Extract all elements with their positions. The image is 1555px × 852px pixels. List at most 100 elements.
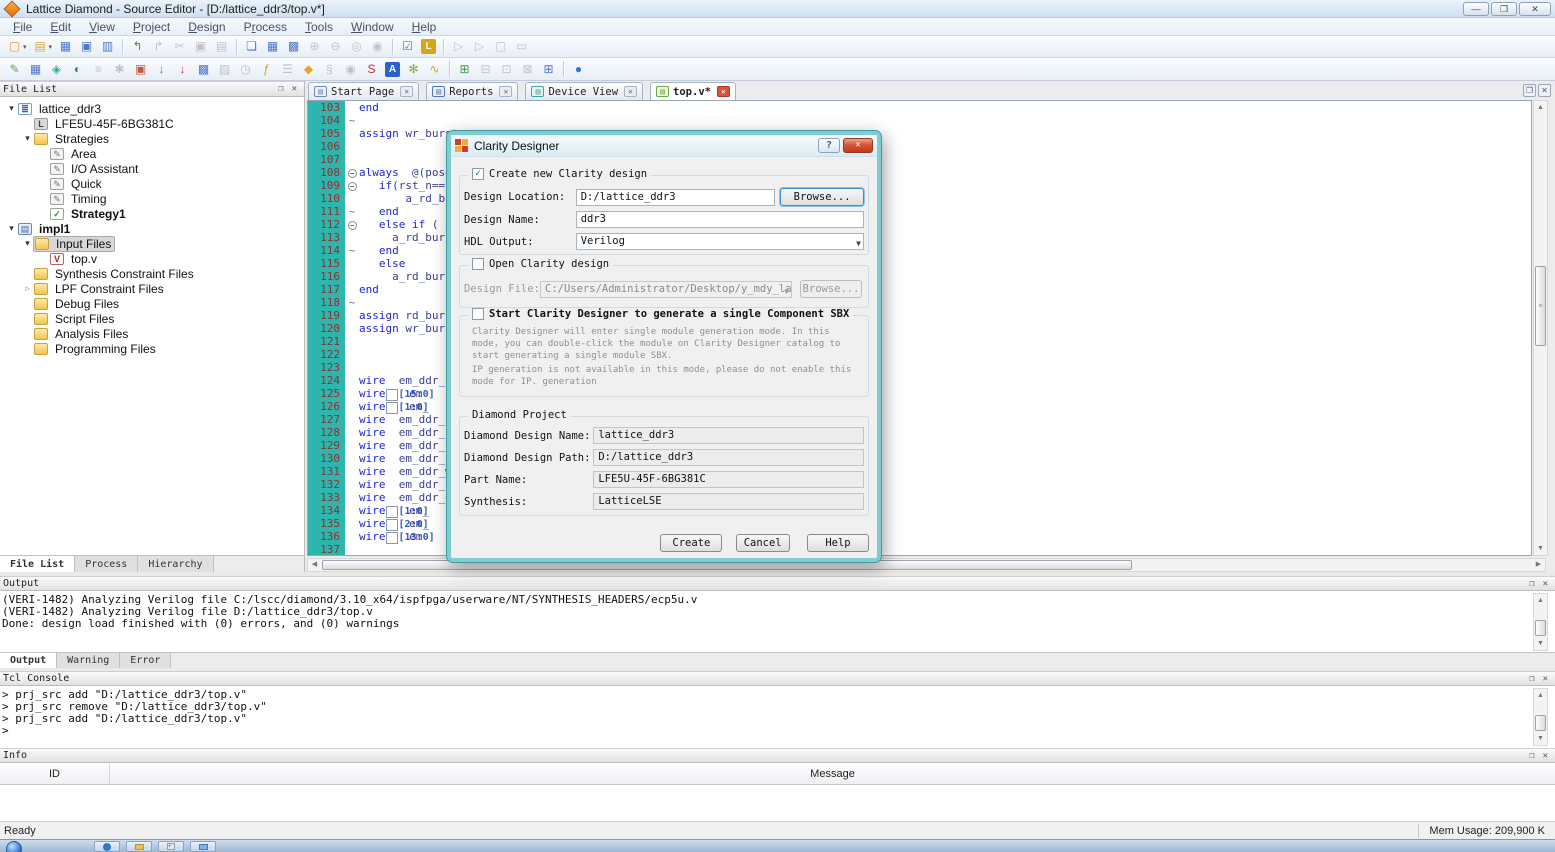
- output-scrollbar[interactable]: ▲ ▼: [1533, 593, 1548, 651]
- design-name-input[interactable]: ddr3: [575, 211, 864, 228]
- close-tab-icon[interactable]: ✕: [624, 86, 638, 97]
- expander-open-icon[interactable]: ▾: [22, 133, 33, 144]
- open-design-checkbox[interactable]: [472, 258, 484, 270]
- doc-tab-start-page[interactable]: ▤ Start Page ✕: [308, 82, 420, 100]
- tcl-console-log[interactable]: > prj_src add "D:/lattice_ddr3/top.v" > p…: [2, 689, 1535, 737]
- tree-item-area[interactable]: ✎ Area: [0, 146, 304, 161]
- dialog-close-icon[interactable]: ✕: [843, 138, 873, 153]
- tab-hierarchy[interactable]: Hierarchy: [138, 556, 214, 572]
- start-orb-icon[interactable]: [6, 841, 22, 852]
- analysis-a-icon[interactable]: A: [383, 60, 402, 78]
- stop-process-icon[interactable]: ▭: [512, 38, 531, 56]
- zoom-out-icon[interactable]: ⊖: [326, 38, 345, 56]
- scroll-up-icon[interactable]: ▲: [1534, 101, 1547, 114]
- floorplan-icon[interactable]: ▣: [131, 60, 150, 78]
- scroll-down-icon[interactable]: ▼: [1534, 542, 1547, 555]
- paste-icon[interactable]: ▤: [212, 38, 231, 56]
- open-file-icon[interactable]: ▤ ▾: [31, 38, 55, 56]
- create-button[interactable]: Create: [660, 534, 723, 552]
- menu-edit[interactable]: Edit: [41, 19, 80, 35]
- cancel-button[interactable]: Cancel: [735, 534, 790, 552]
- float-panel-icon[interactable]: ❐: [1525, 579, 1538, 589]
- shield-gold-icon[interactable]: ◆: [299, 60, 318, 78]
- tree-item-lpf-constraint-files[interactable]: ▹ LPF Constraint Files: [0, 281, 304, 296]
- copy-icon[interactable]: ▣: [191, 38, 210, 56]
- tree-item-quick[interactable]: ✎ Quick: [0, 176, 304, 191]
- tree-item-debug-files[interactable]: Debug Files: [0, 296, 304, 311]
- lightning-icon[interactable]: ∿: [425, 60, 444, 78]
- tree-item-programming-files[interactable]: Programming Files: [0, 341, 304, 356]
- new-file-icon[interactable]: ▢ ▾: [5, 38, 29, 56]
- close-tab-icon[interactable]: ✕: [400, 86, 414, 97]
- logic-block-icon[interactable]: L: [419, 38, 438, 56]
- find-text-icon[interactable]: ❏: [242, 38, 261, 56]
- window-left-icon[interactable]: ⊟: [476, 60, 495, 78]
- menu-design[interactable]: Design: [179, 19, 234, 35]
- power-calculator-icon[interactable]: ƒ: [257, 60, 276, 78]
- download-red-icon[interactable]: ↓: [173, 60, 192, 78]
- window-add-icon[interactable]: ⊞: [455, 60, 474, 78]
- close-panel-icon[interactable]: ✕: [1539, 751, 1552, 761]
- menu-process[interactable]: Process: [235, 19, 296, 35]
- tree-item-strategies[interactable]: ▾ Strategies: [0, 131, 304, 146]
- dialog-title-bar[interactable]: Clarity Designer ? ✕: [451, 135, 877, 157]
- taskbar-folder-icon[interactable]: [126, 841, 152, 852]
- tree-item-lfe5u-45f-6bg381c[interactable]: L LFE5U-45F-6BG381C: [0, 116, 304, 131]
- taskbar-tool-icon[interactable]: +: [158, 841, 184, 852]
- menu-project[interactable]: Project: [124, 19, 179, 35]
- search-round-icon[interactable]: ◉: [341, 60, 360, 78]
- rerun-from-icon[interactable]: ▢: [491, 38, 510, 56]
- sync-red-icon[interactable]: S: [362, 60, 381, 78]
- doc-tab-device-view[interactable]: ▤ Device View ✕: [525, 82, 644, 100]
- float-panel-icon[interactable]: ❐: [1525, 751, 1538, 761]
- close-tab-icon[interactable]: ✕: [716, 86, 730, 97]
- scroll-right-icon[interactable]: ▶: [1532, 559, 1545, 571]
- menu-window[interactable]: Window: [342, 19, 403, 35]
- cut-icon[interactable]: ✂: [170, 38, 189, 56]
- device-search-icon[interactable]: ◐: [68, 60, 87, 78]
- expander-open-icon[interactable]: ▾: [6, 223, 17, 234]
- import-source-icon[interactable]: ↰: [128, 38, 147, 56]
- hdl-output-select[interactable]: Verilog ▼: [575, 233, 864, 250]
- pencil-edit-icon[interactable]: ✎: [5, 60, 24, 78]
- window-grid-icon[interactable]: ⊞: [539, 60, 558, 78]
- scroll-thumb[interactable]: [1535, 715, 1546, 731]
- float-panel-icon[interactable]: ❐: [274, 84, 287, 94]
- single-sbx-checkbox[interactable]: [472, 308, 484, 320]
- tcl-scrollbar[interactable]: ▲ ▼: [1533, 688, 1548, 746]
- flower-tool-icon[interactable]: ✻: [404, 60, 423, 78]
- menu-file[interactable]: File: [4, 19, 41, 35]
- tree-item-top-v[interactable]: Vtop.v: [0, 251, 304, 266]
- fold-collapse-icon[interactable]: −: [345, 218, 359, 231]
- script-s-icon[interactable]: §: [320, 60, 339, 78]
- scroll-thumb[interactable]: [1535, 620, 1546, 636]
- save-icon[interactable]: ▦: [56, 38, 75, 56]
- expander-closed-icon[interactable]: ▹: [22, 283, 33, 294]
- scroll-up-icon[interactable]: ▲: [1534, 594, 1547, 607]
- zoom-in-icon[interactable]: ⊕: [305, 38, 324, 56]
- menu-view[interactable]: View: [80, 19, 124, 35]
- gear-icon[interactable]: ✱: [110, 60, 129, 78]
- tree-item-timing[interactable]: ✎ Timing: [0, 191, 304, 206]
- scroll-up-icon[interactable]: ▲: [1534, 689, 1547, 702]
- layer-stack-icon[interactable]: ☰: [278, 60, 297, 78]
- netlist-view-icon[interactable]: ▨: [215, 60, 234, 78]
- tree-item-i-o-assistant[interactable]: ✎ I/O Assistant: [0, 161, 304, 176]
- dialog-help-icon[interactable]: ?: [818, 138, 840, 153]
- device-chip-icon[interactable]: ◈: [47, 60, 66, 78]
- tree-item-impl1[interactable]: ▾ ▤ impl1: [0, 221, 304, 236]
- tree-item-analysis-files[interactable]: Analysis Files: [0, 326, 304, 341]
- taskbar-browser-icon[interactable]: [94, 841, 120, 852]
- print-icon[interactable]: ▥: [98, 38, 117, 56]
- close-panel-icon[interactable]: ✕: [288, 84, 301, 94]
- tree-item-input-files[interactable]: ▾ Input Files: [0, 235, 304, 252]
- run-manager-icon[interactable]: ☑: [398, 38, 417, 56]
- window-right-icon[interactable]: ⊡: [497, 60, 516, 78]
- taskbar-window-icon[interactable]: [190, 841, 216, 852]
- help-button[interactable]: Help: [807, 534, 869, 552]
- minimize-button[interactable]: —: [1463, 2, 1489, 16]
- find-in-files-icon[interactable]: ▩: [284, 38, 303, 56]
- tree-item-lattice-ddr3[interactable]: ▾ ≣ lattice_ddr3: [0, 101, 304, 116]
- tree-item-strategy1[interactable]: ✓ Strategy1: [0, 206, 304, 221]
- zoom-fit-icon[interactable]: ◉: [368, 38, 387, 56]
